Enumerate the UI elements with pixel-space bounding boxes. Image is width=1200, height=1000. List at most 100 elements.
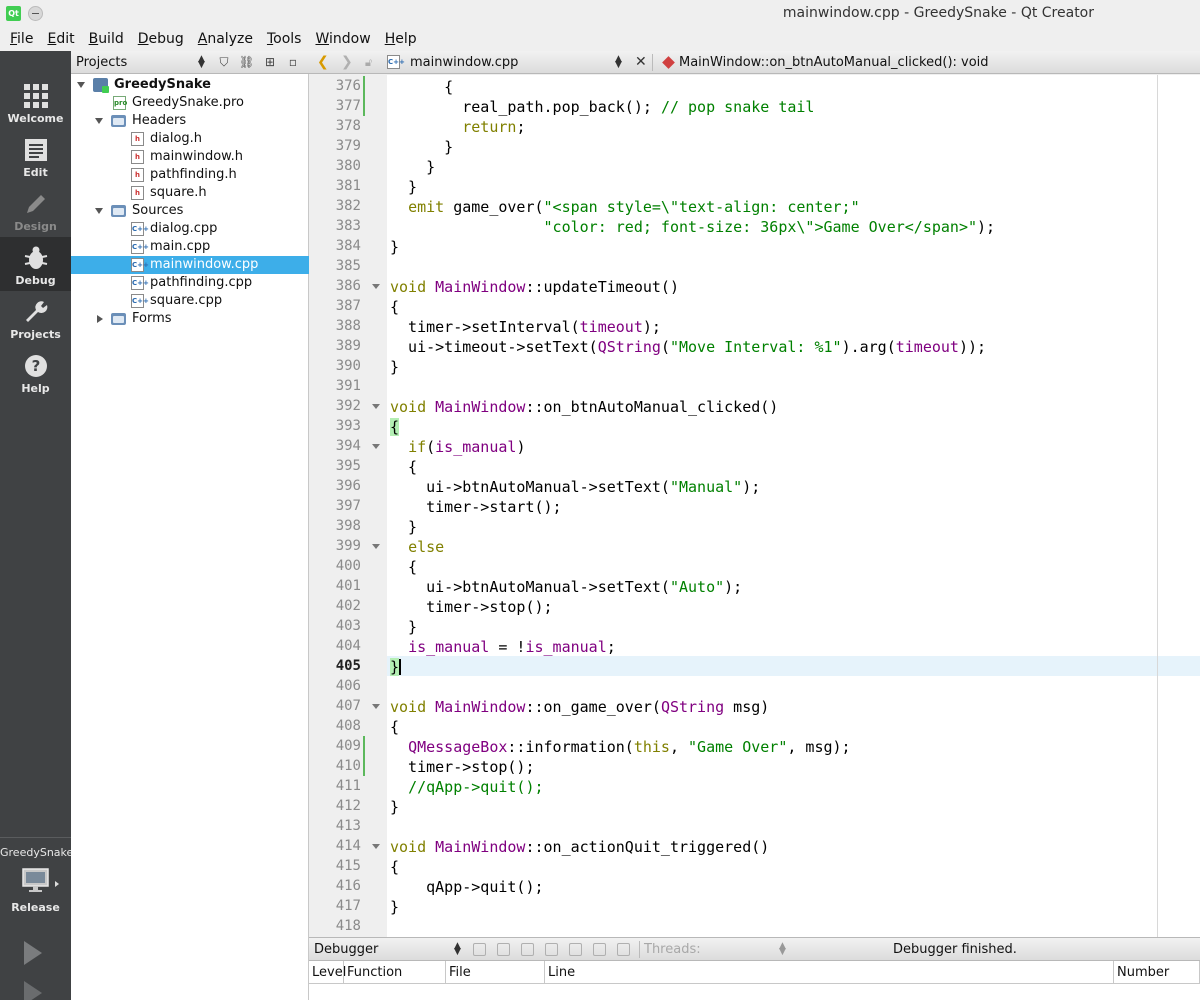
restart-icon[interactable] (593, 943, 606, 956)
code-line[interactable]: 415 { (309, 856, 1200, 876)
combo-arrows-icon[interactable]: ▲ ▼ (454, 942, 461, 957)
fold-arrow-icon[interactable] (372, 284, 380, 289)
expanded-arrow-icon[interactable] (77, 82, 85, 88)
code-line[interactable]: 396 ui->btnAutoManual->setText("Manual")… (309, 476, 1200, 496)
code-line[interactable]: 411 //qApp->quit(); (309, 776, 1200, 796)
code-line[interactable]: 384} (309, 236, 1200, 256)
menu-debug[interactable]: Debug (131, 27, 191, 51)
gutter-cell[interactable]: 398 (309, 516, 387, 536)
monitor-icon[interactable] (22, 867, 49, 894)
code-line[interactable]: 378 return; (309, 116, 1200, 136)
code-line[interactable]: 383 "color: red; font-size: 36px\">Game … (309, 216, 1200, 236)
collapsed-arrow-icon[interactable] (97, 315, 103, 323)
code-line[interactable]: 408 { (309, 716, 1200, 736)
threads-selector[interactable]: Threads: (644, 942, 701, 957)
link-icon[interactable]: ⛓ (239, 55, 254, 69)
code-line[interactable]: 412} (309, 796, 1200, 816)
fold-arrow-icon[interactable] (372, 704, 380, 709)
column-header-line[interactable]: Line (545, 961, 1114, 984)
code-line[interactable]: 380 } (309, 156, 1200, 176)
gutter-cell[interactable]: 409 (309, 736, 387, 756)
symbol-selector[interactable]: MainWindow::on_btnAutoManual_clicked(): … (679, 55, 989, 70)
menu-file[interactable]: File (3, 27, 40, 51)
code-line[interactable]: 389 ui->timeout->setText(QString("Move I… (309, 336, 1200, 356)
code-line[interactable]: 395 { (309, 456, 1200, 476)
gutter-cell[interactable]: 393 (309, 416, 387, 436)
debugger-selector[interactable]: Debugger (314, 942, 378, 957)
code-line[interactable]: 385 (309, 256, 1200, 276)
gutter-cell[interactable]: 417 (309, 896, 387, 916)
code-line[interactable]: 414 void MainWindow::on_actionQuit_trigge… (309, 836, 1200, 856)
gutter-cell[interactable]: 381 (309, 176, 387, 196)
projects-view-selector[interactable]: Projects (76, 55, 127, 70)
code-line[interactable]: 401 ui->btnAutoManual->setText("Auto"); (309, 576, 1200, 596)
tree-item-mainwindow-cpp[interactable]: C++ mainwindow.cpp (71, 256, 309, 274)
code-line[interactable]: 407 void MainWindow::on_game_over(QString… (309, 696, 1200, 716)
tree-item-square-cpp[interactable]: C++ square.cpp (71, 292, 309, 310)
gutter-cell[interactable]: 408 (309, 716, 387, 736)
column-header-level[interactable]: Level (309, 961, 346, 984)
code-line[interactable]: 405} (309, 656, 1200, 676)
gutter-cell[interactable]: 413 (309, 816, 387, 836)
gutter-cell[interactable]: 389 (309, 336, 387, 356)
tree-item-headers[interactable]: Headers (71, 112, 309, 130)
fold-arrow-icon[interactable] (372, 404, 380, 409)
code-line[interactable]: 416 qApp->quit(); (309, 876, 1200, 896)
code-line[interactable]: 392 void MainWindow::on_btnAutoManual_cli… (309, 396, 1200, 416)
step-into-icon[interactable] (497, 943, 510, 956)
run-icon[interactable] (24, 941, 42, 965)
code-line[interactable]: 409 QMessageBox::information(this, "Game… (309, 736, 1200, 756)
kit-selector-arrow-icon[interactable] (55, 881, 59, 887)
code-line[interactable]: 388 timer->setInterval(timeout); (309, 316, 1200, 336)
code-line[interactable]: 382 emit game_over("<span style=\"text-a… (309, 196, 1200, 216)
gutter-cell[interactable]: 407 (309, 696, 387, 716)
tree-item-dialog-h[interactable]: h dialog.h (71, 130, 309, 148)
step-instruction-icon[interactable] (545, 943, 558, 956)
tree-item-square-h[interactable]: h square.h (71, 184, 309, 202)
gutter-cell[interactable]: 400 (309, 556, 387, 576)
column-header-number[interactable]: Number (1114, 961, 1200, 984)
code-line[interactable]: 400 { (309, 556, 1200, 576)
gutter-cell[interactable]: 415 (309, 856, 387, 876)
close-pane-icon[interactable]: ▫ (286, 55, 300, 69)
gutter-cell[interactable]: 404 (309, 636, 387, 656)
reverse-icon[interactable] (569, 943, 582, 956)
gutter-cell[interactable]: 386 (309, 276, 387, 296)
combo-arrows-icon[interactable]: ▲ ▼ (779, 942, 786, 957)
menu-tools[interactable]: Tools (260, 27, 309, 51)
code-line[interactable]: 379 } (309, 136, 1200, 156)
step-over-icon[interactable] (473, 943, 486, 956)
gutter-cell[interactable]: 391 (309, 376, 387, 396)
gutter-cell[interactable]: 397 (309, 496, 387, 516)
menu-build[interactable]: Build (82, 27, 131, 51)
fold-arrow-icon[interactable] (372, 544, 380, 549)
mode-welcome[interactable]: Welcome (0, 75, 71, 129)
gutter-cell[interactable]: 406 (309, 676, 387, 696)
fold-arrow-icon[interactable] (372, 444, 380, 449)
code-editor[interactable]: 376 {377 real_path.pop_back(); // pop sn… (309, 75, 1200, 937)
editor-scrollbar[interactable] (1157, 75, 1158, 937)
gutter-cell[interactable]: 399 (309, 536, 387, 556)
mode-debug[interactable]: Debug (0, 237, 71, 291)
menu-help[interactable]: Help (378, 27, 424, 51)
code-line[interactable]: 406 (309, 676, 1200, 696)
fold-arrow-icon[interactable] (372, 844, 380, 849)
menu-window[interactable]: Window (308, 27, 377, 51)
gutter-cell[interactable]: 388 (309, 316, 387, 336)
code-line[interactable]: 390} (309, 356, 1200, 376)
gutter-cell[interactable]: 387 (309, 296, 387, 316)
mode-design[interactable]: Design (0, 183, 71, 237)
tree-item-pathfinding-cpp[interactable]: C++ pathfinding.cpp (71, 274, 309, 292)
code-line[interactable]: 402 timer->stop(); (309, 596, 1200, 616)
menu-analyze[interactable]: Analyze (191, 27, 260, 51)
debug-run-icon[interactable] (24, 981, 42, 1000)
operate-by-instruction-icon[interactable] (617, 943, 630, 956)
gutter-cell[interactable]: 380 (309, 156, 387, 176)
gutter-cell[interactable]: 392 (309, 396, 387, 416)
code-line[interactable]: 394 if(is_manual) (309, 436, 1200, 456)
tree-item-greedysnake[interactable]: GreedySnake (71, 76, 309, 94)
mode-projects[interactable]: Projects (0, 291, 71, 345)
close-document-icon[interactable]: ✕ (635, 54, 647, 70)
code-line[interactable]: 418 (309, 916, 1200, 936)
code-line[interactable]: 376 { (309, 76, 1200, 96)
